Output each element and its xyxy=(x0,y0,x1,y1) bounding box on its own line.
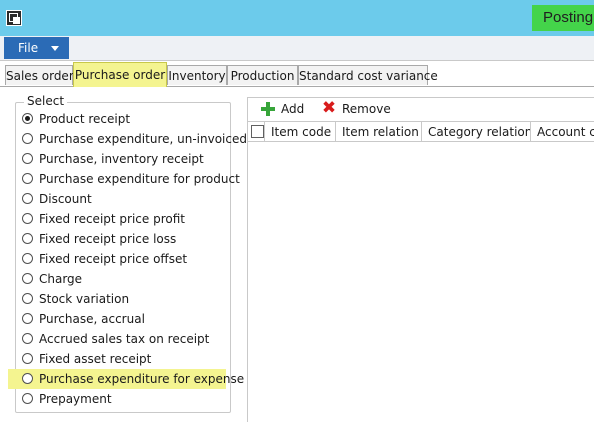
add-icon xyxy=(261,102,275,116)
tab-purchase-order[interactable]: Purchase order xyxy=(73,62,167,87)
radio-label: Accrued sales tax on receipt xyxy=(39,332,210,346)
radio-label: Product receipt xyxy=(39,112,131,126)
app-window-icon[interactable] xyxy=(6,10,22,26)
radio-label: Purchase expenditure for expense xyxy=(39,372,245,386)
radio-button-icon[interactable] xyxy=(22,393,33,404)
column-header-category-relation[interactable]: Category relation xyxy=(422,122,531,142)
radio-label: Fixed asset receipt xyxy=(39,352,152,366)
radio-label: Purchase, accrual xyxy=(39,312,145,326)
remove-button[interactable]: ✖ Remove xyxy=(321,99,391,119)
tab-label: Sales order xyxy=(6,69,74,83)
file-menu-button[interactable]: File xyxy=(4,37,69,59)
radio-button-icon[interactable] xyxy=(22,233,33,244)
radio-button-icon[interactable] xyxy=(22,373,33,384)
tab-strip: Sales order Purchase order Inventory Pro… xyxy=(0,61,594,87)
radio-label: Fixed receipt price loss xyxy=(39,232,177,246)
tab-standard-cost-variance[interactable]: Standard cost variance xyxy=(298,65,438,85)
detail-pane xyxy=(247,97,594,422)
radio-button-icon[interactable] xyxy=(22,193,33,204)
title-bar: Posting xyxy=(0,0,594,36)
radio-fixed-receipt-price-profit[interactable]: Fixed receipt price profit xyxy=(20,209,226,229)
radio-charge[interactable]: Charge xyxy=(20,269,226,289)
tab-inventory[interactable]: Inventory xyxy=(167,65,227,85)
column-header-account-code[interactable]: Account co xyxy=(531,122,594,142)
tab-production[interactable]: Production xyxy=(227,65,298,85)
radio-label: Purchase expenditure for product xyxy=(39,172,240,186)
action-toolbar: Add ✖ Remove xyxy=(247,97,594,121)
remove-label: Remove xyxy=(342,102,391,116)
file-menu-label: File xyxy=(18,41,39,55)
radio-fixed-receipt-price-offset[interactable]: Fixed receipt price offset xyxy=(20,249,226,269)
chevron-down-icon xyxy=(51,46,59,51)
radio-label: Fixed receipt price profit xyxy=(39,212,185,226)
radio-discount[interactable]: Discount xyxy=(20,189,226,209)
select-all-cell xyxy=(248,122,265,142)
radio-button-icon[interactable] xyxy=(22,133,33,144)
radio-button-icon[interactable] xyxy=(22,153,33,164)
delete-icon: ✖ xyxy=(321,98,337,118)
add-button[interactable]: Add xyxy=(261,99,305,119)
add-label: Add xyxy=(281,102,305,116)
tab-label: Production xyxy=(230,69,295,83)
radio-label: Purchase, inventory receipt xyxy=(39,152,204,166)
radio-label: Prepayment xyxy=(39,392,112,406)
radio-button-icon[interactable] xyxy=(22,293,33,304)
radio-label: Discount xyxy=(39,192,92,206)
radio-button-icon[interactable] xyxy=(22,173,33,184)
radio-button-icon[interactable] xyxy=(22,253,33,264)
window-title: Posting xyxy=(532,5,594,31)
radio-button-icon[interactable] xyxy=(22,273,33,284)
tab-label: Purchase order xyxy=(74,68,166,82)
menu-bar: File xyxy=(0,36,594,61)
radio-purchase-accrual[interactable]: Purchase, accrual xyxy=(20,309,226,329)
radio-purchase-expenditure-for-product[interactable]: Purchase expenditure for product xyxy=(20,169,240,189)
radio-product-receipt[interactable]: Product receipt xyxy=(20,109,226,129)
radio-button-icon[interactable] xyxy=(22,333,33,344)
radio-fixed-asset-receipt[interactable]: Fixed asset receipt xyxy=(20,349,226,369)
radio-prepayment[interactable]: Prepayment xyxy=(20,389,226,409)
radio-accrued-sales-tax-on-receipt[interactable]: Accrued sales tax on receipt xyxy=(20,329,226,349)
radio-purchase-inventory-receipt[interactable]: Purchase, inventory receipt xyxy=(20,149,226,169)
radio-label: Charge xyxy=(39,272,83,286)
tab-sales-order[interactable]: Sales order xyxy=(5,65,74,85)
radio-button-icon[interactable] xyxy=(22,213,33,224)
radio-button-icon[interactable] xyxy=(22,353,33,364)
radio-purchase-expenditure-un-invoiced[interactable]: Purchase expenditure, un-invoiced xyxy=(20,129,247,149)
select-all-checkbox[interactable] xyxy=(251,125,264,138)
radio-label: Stock variation xyxy=(39,292,130,306)
radio-label: Fixed receipt price offset xyxy=(39,252,188,266)
radio-label: Purchase expenditure, un-invoiced xyxy=(39,132,247,146)
grid-header-row: Item code Item relation Category relatio… xyxy=(248,121,594,142)
column-header-item-code[interactable]: Item code xyxy=(265,122,336,142)
tab-label: Inventory xyxy=(168,69,226,83)
radio-fixed-receipt-price-loss[interactable]: Fixed receipt price loss xyxy=(20,229,226,249)
radio-button-icon[interactable] xyxy=(22,313,33,324)
column-header-item-relation[interactable]: Item relation xyxy=(336,122,422,142)
radio-button-icon[interactable] xyxy=(22,113,33,124)
radio-stock-variation[interactable]: Stock variation xyxy=(20,289,226,309)
tab-label: Standard cost variance xyxy=(299,69,438,83)
radio-purchase-expenditure-for-expense[interactable]: Purchase expenditure for expense xyxy=(8,369,244,389)
select-group-legend: Select xyxy=(24,94,68,108)
